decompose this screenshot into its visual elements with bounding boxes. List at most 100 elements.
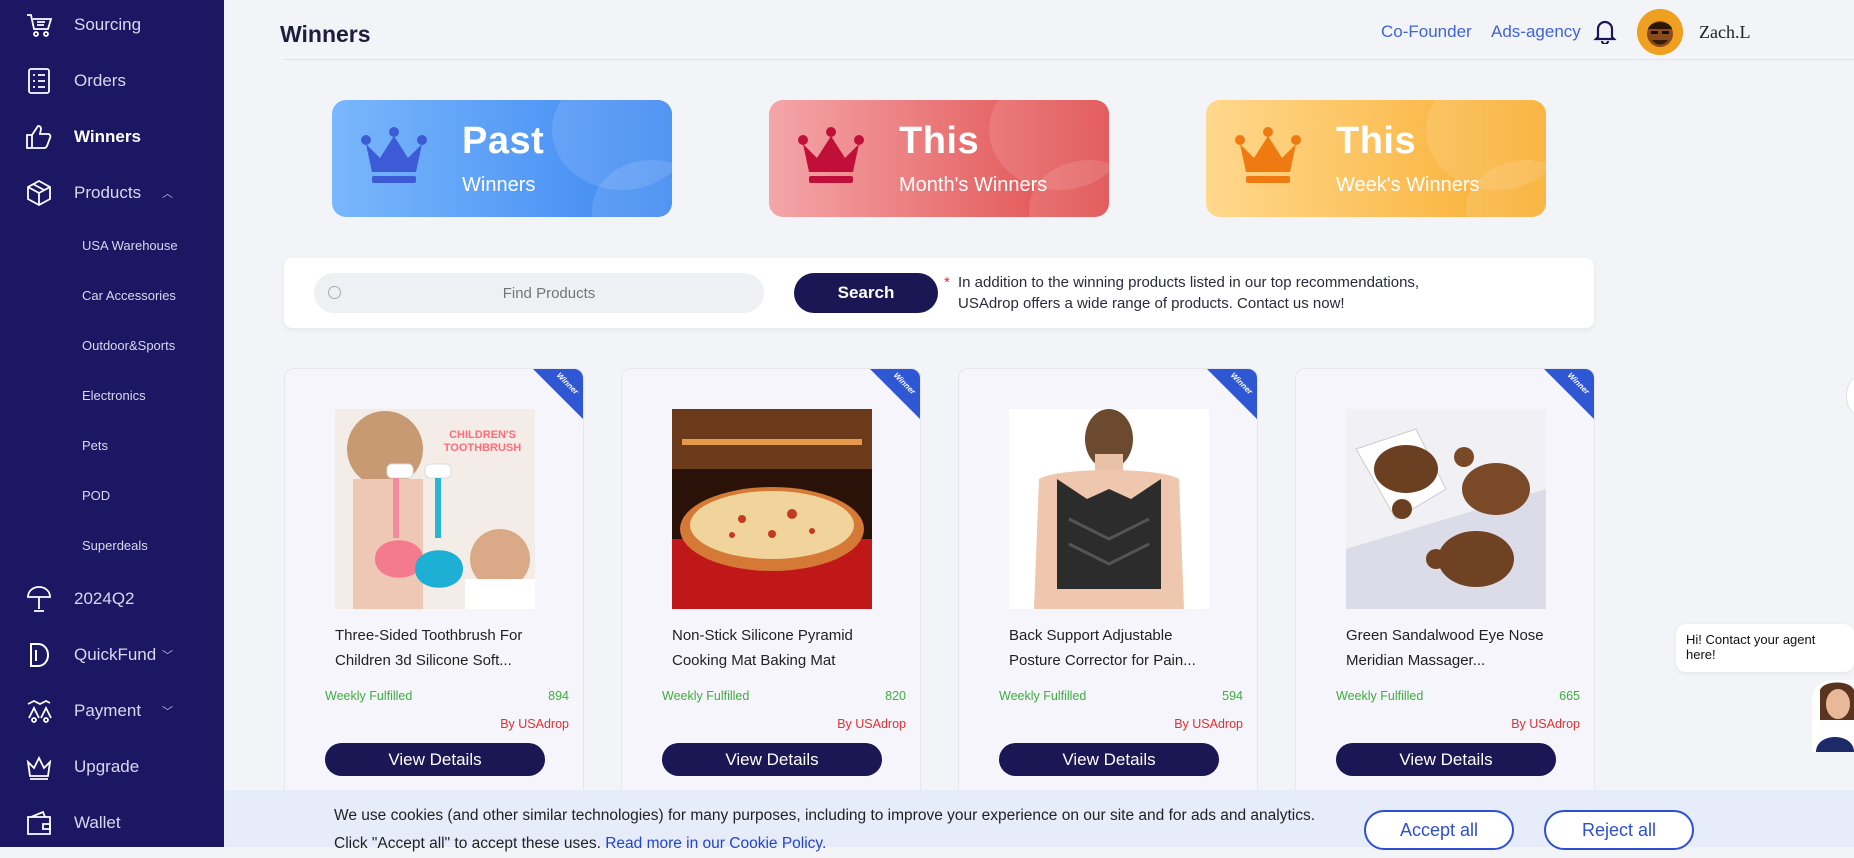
supplier-label: By USAdrop (1511, 717, 1580, 731)
sidebar-subitem-pets[interactable]: Pets (82, 438, 108, 453)
umbrella-icon (24, 584, 54, 614)
product-title[interactable]: Green Sandalwood Eye Nose Meridian Massa… (1346, 623, 1556, 673)
cookie-policy-link[interactable]: Read more in our Cookie Policy. (605, 835, 826, 852)
username[interactable]: Zach.L (1699, 22, 1750, 43)
quickfund-icon (24, 640, 54, 670)
weekly-fulfilled-label: Weekly Fulfilled (325, 689, 413, 703)
supplier-label: By USAdrop (837, 717, 906, 731)
month-winners-banner[interactable]: This Month's Winners (769, 100, 1109, 217)
reject-all-button[interactable]: Reject all (1544, 810, 1694, 850)
sidebar-subitem-usa-warehouse[interactable]: USA Warehouse (82, 238, 178, 253)
winner-badge: Winner (554, 370, 581, 397)
chevron-up-icon: ︿ (162, 188, 173, 200)
banner-subtitle: Month's Winners (899, 174, 1048, 196)
sidebar-subitem-electronics[interactable]: Electronics (82, 388, 146, 403)
product-image[interactable]: CHILDREN'S TOOTHBRUSH (335, 409, 535, 609)
sidebar-subitem-superdeals[interactable]: Superdeals (82, 538, 148, 553)
cart-icon (24, 10, 54, 40)
weekly-fulfilled-count: 820 (885, 689, 906, 703)
banner-subtitle: Week's Winners (1336, 174, 1480, 196)
search-input[interactable] (354, 273, 744, 313)
box-icon (24, 178, 54, 208)
product-image[interactable] (1346, 409, 1546, 609)
weekly-fulfilled-count: 665 (1559, 689, 1580, 703)
winner-ribbon: Winner (1207, 369, 1257, 419)
winner-badge: Winner (1565, 370, 1592, 397)
search-icon (328, 286, 341, 299)
weekly-fulfilled-label: Weekly Fulfilled (999, 689, 1087, 703)
product-card[interactable]: Winner CHILDREN'S TOOTHBRUSH Three-Sided… (284, 368, 584, 808)
sidebar-item-upgrade[interactable]: Upgrade (0, 744, 224, 790)
winner-badge: Winner (891, 370, 918, 397)
weekly-fulfilled-label: Weekly Fulfilled (1336, 689, 1424, 703)
sidebar-item-label: Sourcing (74, 15, 142, 34)
sidebar-subitem-pod[interactable]: POD (82, 488, 110, 503)
sidebar-subitem-car-accessories[interactable]: Car Accessories (82, 288, 176, 303)
sidebar-item-2024q2[interactable]: 2024Q2 (0, 576, 224, 622)
search-button[interactable]: Search (794, 273, 938, 313)
banner-title: This (899, 120, 980, 162)
product-card[interactable]: Winner Non-Stick Silicone Pyramid Cookin… (621, 368, 921, 808)
winner-ribbon: Winner (870, 369, 920, 419)
weekly-fulfilled-count: 894 (548, 689, 569, 703)
accept-all-button[interactable]: Accept all (1364, 810, 1514, 850)
supplier-label: By USAdrop (500, 717, 569, 731)
ads-agency-link[interactable]: Ads-agency (1491, 22, 1581, 42)
view-details-button[interactable]: View Details (325, 743, 545, 776)
week-winners-banner[interactable]: This Week's Winners (1206, 100, 1546, 217)
sidebar-item-sourcing[interactable]: Sourcing (0, 2, 224, 48)
view-details-button[interactable]: View Details (1336, 743, 1556, 776)
header-divider (284, 59, 1854, 60)
view-details-button[interactable]: View Details (999, 743, 1219, 776)
required-star: * (944, 274, 950, 291)
product-card[interactable]: Winner Green Sandalwood Eye Nose Meridia… (1295, 368, 1595, 808)
scroll-next-handle[interactable] (1846, 378, 1854, 414)
product-image[interactable] (1009, 409, 1209, 609)
agent-avatar[interactable] (1812, 680, 1854, 752)
wallet-icon (24, 808, 54, 838)
sidebar: Sourcing Orders Winners Products ︿ USA W… (0, 0, 224, 847)
sidebar-item-label: Payment (74, 701, 142, 720)
product-title[interactable]: Back Support Adjustable Posture Correcto… (1009, 623, 1219, 673)
sidebar-subitem-outdoor-sports[interactable]: Outdoor&Sports (82, 338, 175, 353)
product-image[interactable] (672, 409, 872, 609)
chat-bubble[interactable]: Hi! Contact your agent here! (1676, 624, 1854, 672)
weekly-fulfilled-count: 594 (1222, 689, 1243, 703)
crown-icon (24, 752, 54, 782)
product-card[interactable]: Winner Back Support Adjustable Posture C… (958, 368, 1258, 808)
product-title[interactable]: Three-Sided Toothbrush For Children 3d S… (335, 623, 545, 673)
avatar[interactable] (1637, 9, 1683, 55)
winner-badge: Winner (1228, 370, 1255, 397)
crown-icon (1235, 127, 1301, 183)
sidebar-item-label: Wallet (74, 813, 121, 832)
orders-list-icon (24, 66, 54, 96)
winner-ribbon: Winner (1544, 369, 1594, 419)
sidebar-item-label: 2024Q2 (74, 589, 135, 608)
banner-title: Past (462, 120, 545, 162)
product-title[interactable]: Non-Stick Silicone Pyramid Cooking Mat B… (672, 623, 882, 673)
view-details-button[interactable]: View Details (662, 743, 882, 776)
payment-icon (24, 696, 54, 726)
chevron-down-icon: ﹀ (162, 706, 173, 718)
chevron-down-icon: ﹀ (162, 650, 173, 662)
bell-icon[interactable] (1592, 18, 1618, 46)
sidebar-item-label: Winners (74, 127, 141, 146)
past-winners-banner[interactable]: Past Winners (332, 100, 672, 217)
sidebar-item-label: Products (74, 183, 142, 202)
supplier-label: By USAdrop (1174, 717, 1243, 731)
sidebar-item-products[interactable]: Products ︿ (0, 170, 224, 216)
sidebar-item-label: Upgrade (74, 757, 140, 776)
thumbs-up-icon (24, 122, 54, 152)
weekly-fulfilled-label: Weekly Fulfilled (662, 689, 750, 703)
co-founder-link[interactable]: Co-Founder (1381, 22, 1472, 42)
sidebar-item-payment[interactable]: Payment ﹀ (0, 688, 224, 734)
sidebar-item-quickfund[interactable]: QuickFund ﹀ (0, 632, 224, 678)
cookie-banner: We use cookies (and other similar techno… (224, 790, 1854, 852)
sidebar-item-label: QuickFund (74, 645, 157, 664)
search-note-text: In addition to the winning products list… (958, 274, 1420, 312)
sidebar-item-winners[interactable]: Winners (0, 114, 224, 160)
banner-title: This (1336, 120, 1417, 162)
winner-ribbon: Winner (533, 369, 583, 419)
sidebar-item-wallet[interactable]: Wallet (0, 800, 224, 846)
sidebar-item-orders[interactable]: Orders (0, 58, 224, 104)
